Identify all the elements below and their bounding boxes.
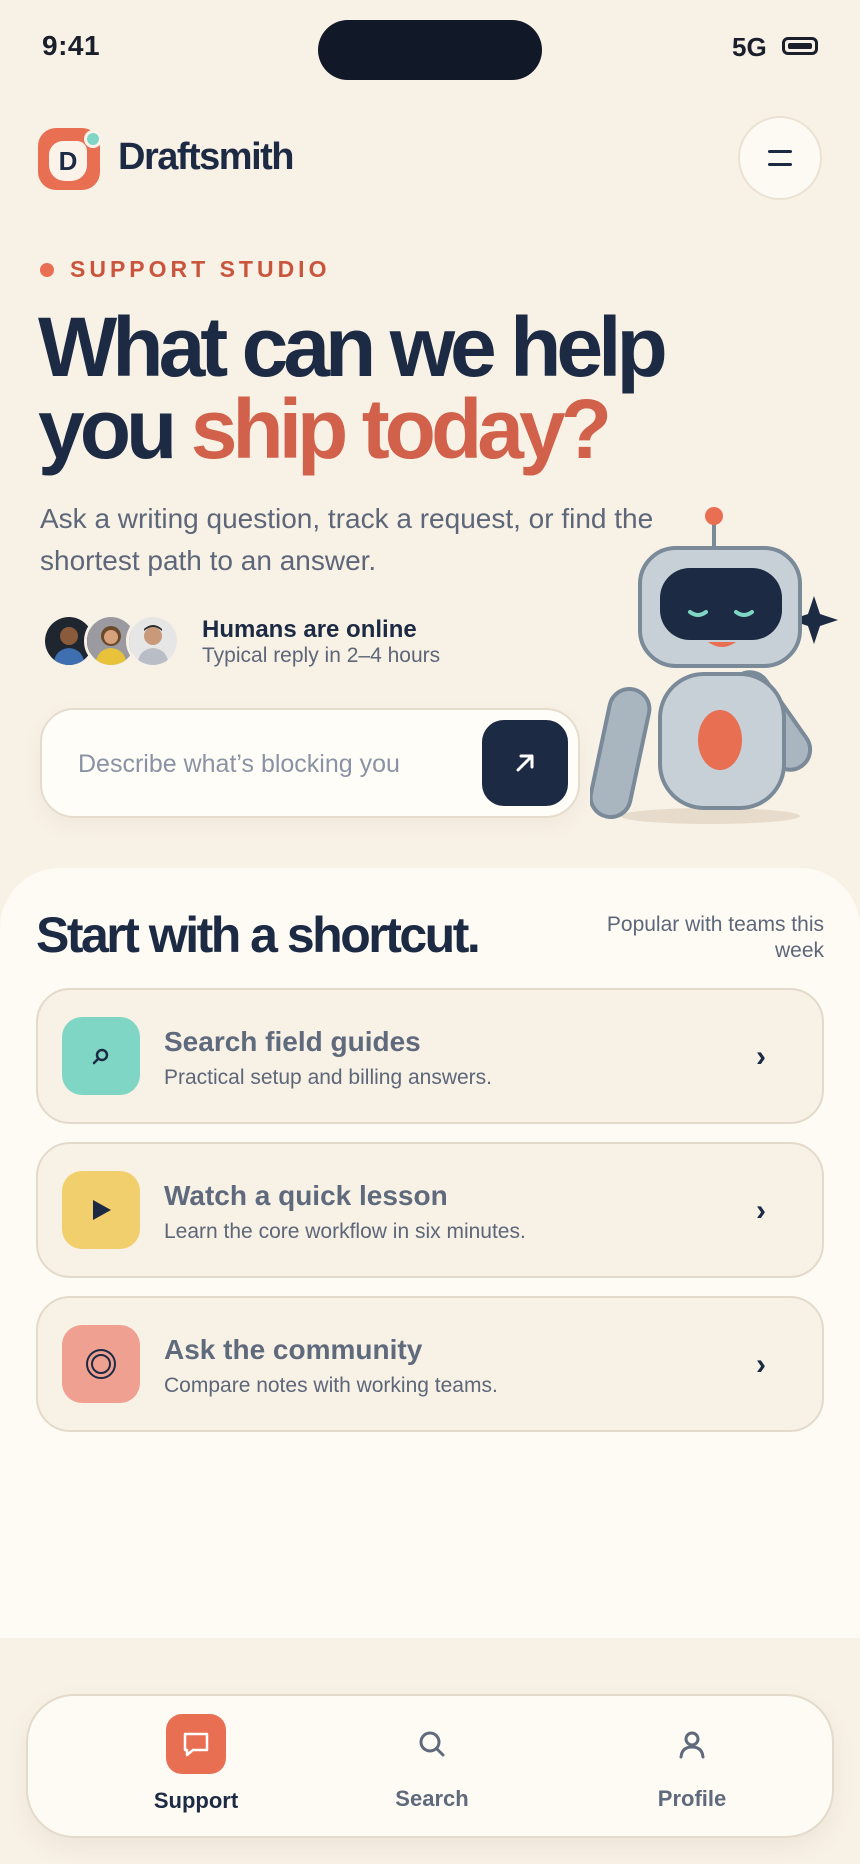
headline-accent: ship today? <box>190 382 612 476</box>
nav-item-search[interactable]: Search <box>332 1696 532 1836</box>
shortcut-subtitle: Compare notes with working teams. <box>164 1374 498 1397</box>
menu-line-icon <box>768 163 792 166</box>
user-icon <box>662 1714 722 1774</box>
chevron-right-icon: › <box>756 1194 766 1227</box>
shortcut-card-quick-lesson[interactable]: Watch a quick lesson Learn the core work… <box>36 1142 824 1278</box>
logo-letter: D <box>49 141 87 181</box>
search-icon <box>402 1714 462 1774</box>
page-title: What can we help you ship today? <box>38 305 798 471</box>
logo-dot <box>84 130 102 148</box>
brand-name: Draftsmith <box>118 136 295 178</box>
brand-logo[interactable]: D <box>38 128 102 190</box>
nav-item-support[interactable]: Support <box>96 1696 296 1836</box>
shortcut-title: Ask the community <box>164 1334 423 1365</box>
shortcut-card-community[interactable]: Ask the community Compare notes with wor… <box>36 1296 824 1432</box>
online-status-title: Humans are online <box>202 616 417 643</box>
nav-label: Profile <box>657 1786 727 1811</box>
agent-avatars <box>42 614 182 668</box>
chevron-right-icon: › <box>756 1348 766 1381</box>
submit-button[interactable] <box>482 720 568 806</box>
robot-mascot-illustration <box>590 507 838 824</box>
eyebrow-dot <box>40 262 54 277</box>
nav-label: Search <box>395 1786 469 1811</box>
arrow-up-right-icon <box>516 754 534 772</box>
question-input-placeholder: Describe what’s blocking you <box>78 750 400 778</box>
shortcut-title: Watch a quick lesson <box>164 1180 448 1211</box>
target-icon <box>62 1325 140 1403</box>
reply-time: Typical reply in 2–4 hours <box>202 644 441 667</box>
shortcut-title: Search field guides <box>164 1026 421 1057</box>
eyebrow-text: SUPPORT STUDIO <box>70 256 331 282</box>
battery-icon <box>782 37 818 55</box>
dynamic-island <box>318 20 542 80</box>
shortcuts-title: Start with a shortcut. <box>36 907 481 963</box>
eyebrow: SUPPORT STUDIO <box>40 256 330 283</box>
shortcuts-note: Popular with teams this week <box>606 913 824 962</box>
question-input[interactable]: Describe what’s blocking you <box>40 708 580 818</box>
shortcut-subtitle: Practical setup and billing answers. <box>164 1066 493 1089</box>
magnifier-icon <box>62 1017 140 1095</box>
menu-line-icon <box>768 150 792 153</box>
network-indicator: 5G <box>732 32 767 62</box>
play-icon <box>62 1171 140 1249</box>
nav-label: Support <box>153 1788 239 1813</box>
shortcut-subtitle: Learn the core workflow in six minutes. <box>164 1220 526 1243</box>
nav-item-profile[interactable]: Profile <box>592 1696 792 1836</box>
shortcut-card-field-guides[interactable]: Search field guides Practical setup and … <box>36 988 824 1124</box>
bottom-nav: Support Search Profile <box>26 1694 834 1838</box>
status-time: 9:41 <box>42 30 101 61</box>
menu-button[interactable] <box>738 116 822 200</box>
avatar <box>126 614 180 668</box>
support-screen: 9:41 5G D Draftsmith SUPPORT STUDIO What… <box>0 0 860 1864</box>
chat-icon <box>166 1714 226 1774</box>
chevron-right-icon: › <box>756 1040 766 1073</box>
